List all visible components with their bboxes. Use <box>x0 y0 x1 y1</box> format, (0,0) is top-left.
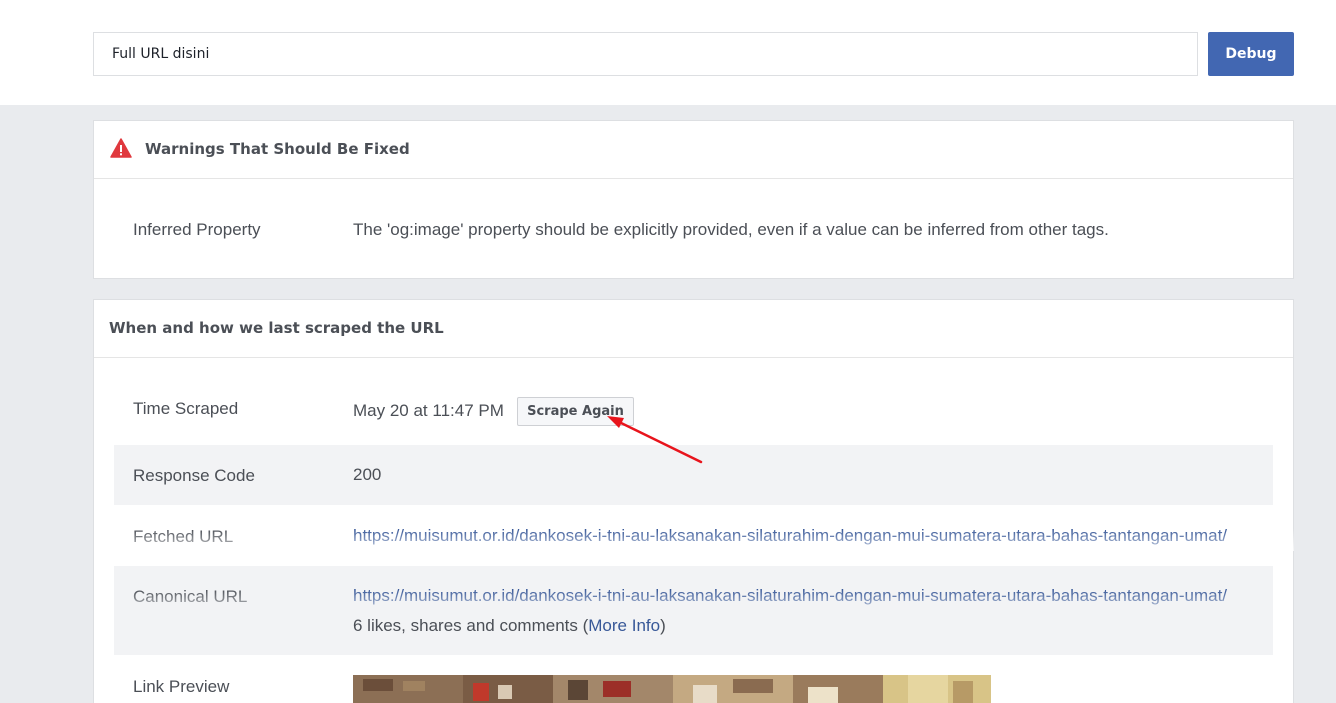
debug-button[interactable]: Debug <box>1208 32 1294 76</box>
engagement-count: 6 likes, shares and comments ( <box>353 616 589 635</box>
link-preview-label: Link Preview <box>133 677 230 696</box>
canonical-url-row <box>114 566 1273 655</box>
response-code-row <box>114 445 1273 505</box>
warnings-header: Warnings That Should Be Fixed <box>94 121 1293 179</box>
inferred-property-value: The 'og:image' property should be explic… <box>353 220 1109 239</box>
warnings-card: Warnings That Should Be Fixed Inferred P… <box>93 120 1294 279</box>
url-input[interactable] <box>93 32 1198 76</box>
canonical-url-label: Canonical URL <box>133 587 248 606</box>
more-info-link[interactable]: More Info <box>588 616 660 635</box>
warnings-title: Warnings That Should Be Fixed <box>145 140 410 158</box>
time-scraped-label: Time Scraped <box>133 399 239 418</box>
link-preview-image[interactable] <box>353 675 991 703</box>
response-code-value: 200 <box>353 465 382 484</box>
scrape-again-button[interactable]: Scrape Again <box>517 397 634 426</box>
engagement-text: 6 likes, shares and comments (More Info) <box>353 616 666 636</box>
warning-triangle-icon <box>110 138 132 158</box>
top-bar: Debug <box>0 0 1336 105</box>
time-scraped-value: May 20 at 11:47 PM <box>353 401 504 420</box>
scrape-info-header: When and how we last scraped the URL <box>94 300 1293 358</box>
canonical-url-link[interactable]: https://muisumut.or.id/dankosek-i-tni-au… <box>353 586 1227 606</box>
engagement-close: ) <box>660 616 666 635</box>
inferred-property-label: Inferred Property <box>133 220 261 239</box>
response-code-label: Response Code <box>133 466 255 485</box>
fetched-url-label: Fetched URL <box>133 527 234 546</box>
fetched-url-link[interactable]: https://muisumut.or.id/dankosek-i-tni-au… <box>353 526 1227 546</box>
preview-photo <box>353 675 991 703</box>
scrape-info-card: When and how we last scraped the URL Tim… <box>93 299 1294 703</box>
scrape-info-title: When and how we last scraped the URL <box>109 319 444 337</box>
